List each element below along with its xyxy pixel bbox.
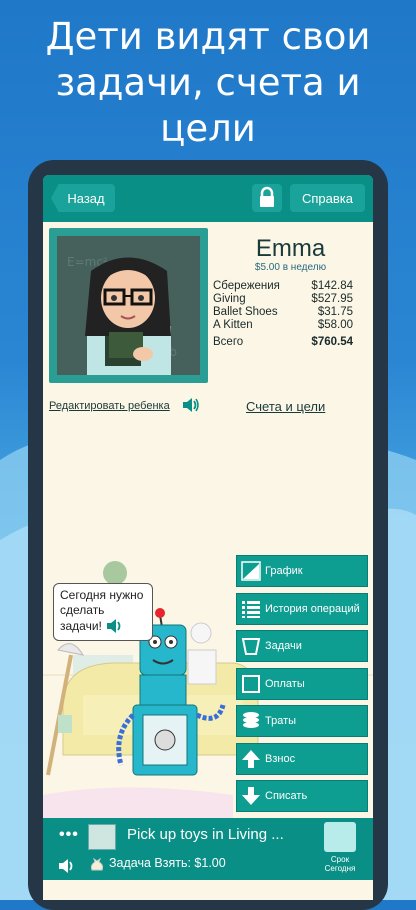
child-avatar: E=mc² a+b xyxy=(57,236,200,375)
due-date-box[interactable] xyxy=(324,822,356,852)
due-label: Срок xyxy=(330,855,350,864)
back-button-label: Назад xyxy=(67,190,105,206)
app-screen: Назад Справка E=mc² a+b xyxy=(43,175,373,900)
total-row: Всего $760.54 xyxy=(213,336,353,349)
edit-child-link[interactable]: Редактировать ребенка xyxy=(49,400,170,412)
withdraw-button[interactable]: Списать xyxy=(236,780,368,812)
checkbox-icon xyxy=(241,674,261,694)
account-amount: $527.95 xyxy=(311,293,353,305)
accounts-goals-link[interactable]: Счета и цели xyxy=(246,399,325,414)
more-options-icon[interactable]: ••• xyxy=(59,826,79,844)
speaker-icon[interactable] xyxy=(181,396,201,414)
transaction-history-button[interactable]: История операций xyxy=(236,593,368,625)
total-label: Всего xyxy=(213,336,244,348)
payments-label: Оплаты xyxy=(265,678,305,690)
chores-label: Задачи xyxy=(265,640,302,652)
transaction-history-label: История операций xyxy=(265,603,360,615)
chart-icon xyxy=(241,561,261,581)
speaker-icon[interactable] xyxy=(105,618,125,634)
chores-button[interactable]: Задачи xyxy=(236,630,368,662)
robot-speech-bubble: Сегодня нужно сделать задачи! xyxy=(53,583,153,641)
due-value: Сегодня xyxy=(324,864,356,873)
account-name: Сбережения xyxy=(213,280,280,292)
account-amount: $58.00 xyxy=(317,319,353,331)
help-button-label: Справка xyxy=(302,190,353,206)
due-date-label: Срок Сегодня xyxy=(315,855,365,873)
top-bar: Назад Справка xyxy=(43,175,373,222)
headline-line-2: задачи, счета и xyxy=(55,61,361,104)
headline-line-1: Дети видят свои xyxy=(45,15,371,58)
account-row: Сбережения $142.84 xyxy=(213,280,353,293)
help-button[interactable]: Справка xyxy=(290,184,365,212)
back-button[interactable]: Назад xyxy=(51,184,115,212)
headline-line-3: цели xyxy=(160,107,256,150)
lock-button[interactable] xyxy=(252,184,282,212)
task-thumbnail xyxy=(88,824,116,850)
bottom-task-bar[interactable]: ••• Pick up toys in Living ... Срок Сего… xyxy=(43,818,373,880)
speech-line-3: задачи! xyxy=(60,618,146,634)
account-amount: $31.75 xyxy=(317,306,353,318)
speech-line-1: Сегодня нужно xyxy=(60,588,144,602)
account-name: A Kitten xyxy=(213,319,253,331)
bucket-icon xyxy=(241,636,261,656)
arrow-down-icon xyxy=(241,786,261,806)
accounts-summary: Сбережения $142.84 Giving $527.95 Ballet… xyxy=(213,280,353,349)
child-avatar-frame[interactable]: E=mc² a+b xyxy=(49,228,208,383)
task-reward-text: Задача Взять: $1.00 xyxy=(109,856,226,870)
allowance-text: $5.00 в неделю xyxy=(254,262,327,273)
payments-button[interactable]: Оплаты xyxy=(236,668,368,700)
child-portrait-icon: E=mc² a+b xyxy=(57,236,200,375)
account-row: A Kitten $58.00 xyxy=(213,319,353,332)
spending-label: Траты xyxy=(265,715,297,727)
promo-headline: Дети видят свои задачи, счета и цели xyxy=(0,14,416,152)
account-amount: $142.84 xyxy=(311,280,353,292)
list-icon xyxy=(241,599,261,619)
withdraw-label: Списать xyxy=(265,790,308,802)
money-bag-icon xyxy=(90,857,104,871)
deposit-button[interactable]: Взнос xyxy=(236,743,368,775)
account-name: Ballet Shoes xyxy=(213,306,278,318)
speech-line-3-text: задачи! xyxy=(60,618,102,633)
account-name: Giving xyxy=(213,293,246,305)
speaker-icon[interactable] xyxy=(57,857,77,875)
account-row: Ballet Shoes $31.75 xyxy=(213,306,353,319)
spending-button[interactable]: Траты xyxy=(236,705,368,737)
deposit-label: Взнос xyxy=(265,753,296,765)
total-amount: $760.54 xyxy=(311,336,353,348)
current-task-title[interactable]: Pick up toys in Living ... xyxy=(127,826,307,843)
speech-line-2: сделать xyxy=(60,603,105,617)
arrow-up-icon xyxy=(241,749,261,769)
chart-button-label: График xyxy=(265,565,303,577)
lock-icon xyxy=(260,186,274,207)
chart-button[interactable]: График xyxy=(236,555,368,587)
child-name: Emma xyxy=(255,235,326,262)
coins-icon xyxy=(241,711,261,731)
account-row: Giving $527.95 xyxy=(213,293,353,306)
